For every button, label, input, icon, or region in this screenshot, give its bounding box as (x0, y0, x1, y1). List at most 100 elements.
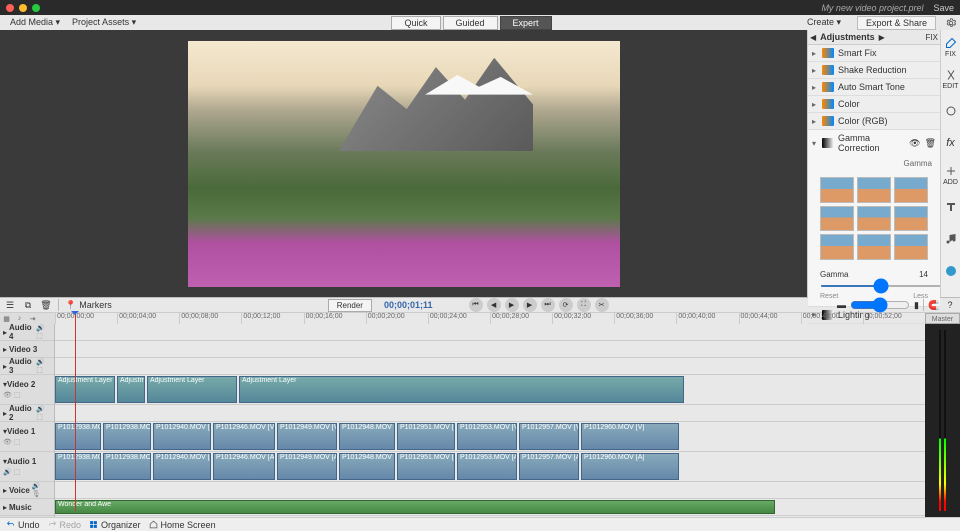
clip[interactable]: P1012957.MOV [A] (519, 453, 579, 480)
tool-music[interactable] (943, 226, 959, 252)
organizer-button[interactable]: Organizer (89, 520, 141, 530)
step-fwd-button[interactable]: ▶ (523, 298, 537, 312)
minimize-window-button[interactable] (19, 4, 27, 12)
gamma-slider[interactable] (820, 285, 949, 287)
track-header-video1[interactable]: ▾Video 1👁 ⬚ (0, 422, 54, 452)
track-header-music[interactable]: ▸Music (0, 499, 54, 516)
gamma-preset-7[interactable] (820, 234, 854, 260)
tool-edit[interactable]: EDIT (943, 66, 959, 92)
clip-music[interactable]: Wonder and Awe (55, 500, 775, 514)
clip-adj-3[interactable]: Adjustment Layer (147, 376, 237, 403)
adj-color[interactable]: ▸Color (808, 96, 940, 113)
clip[interactable]: P1012938.MOV [V] (55, 423, 101, 450)
chevron-left-icon[interactable]: ◀ (810, 33, 816, 42)
track-header-video3[interactable]: ▸Video 3 (0, 341, 54, 358)
step-back-button[interactable]: ◀ (487, 298, 501, 312)
undo-button[interactable]: Undo (6, 520, 40, 530)
tool-fx[interactable]: fx (943, 130, 959, 156)
tracks-area[interactable]: Adjustment Layer Adjustment Layer Adjust… (55, 324, 925, 517)
clip[interactable]: P1012938.MOV [A] (55, 453, 101, 480)
chevron-right-icon[interactable]: ▶ (879, 33, 885, 42)
clip[interactable]: P1012940.MOV [V] (153, 423, 211, 450)
clip[interactable]: P1012949.MOV [A] (277, 453, 337, 480)
clip[interactable]: P1012946.MOV [A] (213, 453, 275, 480)
gamma-preset-6[interactable] (894, 206, 928, 232)
save-button[interactable]: Save (933, 3, 954, 13)
track-header-audio2[interactable]: ▸Audio 2🔊 ⬚ (0, 405, 54, 422)
timeline-options-icon[interactable]: ☰ (4, 299, 16, 311)
gamma-preset-2[interactable] (857, 177, 891, 203)
gamma-preset-4[interactable] (820, 206, 854, 232)
track-header-video2[interactable]: ▾Video 2👁 ⬚ (0, 375, 54, 405)
tools-button[interactable]: ✂ (595, 298, 609, 312)
adj-auto-smart-tone[interactable]: ▸Auto Smart Tone (808, 79, 940, 96)
play-button[interactable]: ▶ (505, 298, 519, 312)
clip[interactable]: P1012949.MOV [V] (277, 423, 337, 450)
clip[interactable]: P1012957.MOV [V] (519, 423, 579, 450)
tool-share[interactable] (943, 258, 959, 284)
tool-add[interactable]: ADD (943, 162, 959, 188)
gamma-reset[interactable]: Reset (820, 293, 838, 300)
help-icon[interactable]: ? (944, 299, 956, 311)
timecode[interactable]: 00;00;01;11 (384, 300, 433, 310)
project-assets-menu[interactable]: Project Assets ▾ (66, 17, 142, 28)
copy-icon[interactable]: ⧉ (22, 299, 34, 311)
eye-icon[interactable]: 👁 (909, 138, 920, 149)
tab-guided[interactable]: Guided (443, 16, 498, 30)
fullscreen-button[interactable]: ⛶ (577, 298, 591, 312)
goto-start-button[interactable]: ⏮ (469, 298, 483, 312)
tool-fx-lens[interactable] (943, 98, 959, 124)
redo-button[interactable]: Redo (48, 520, 82, 530)
markers-label[interactable]: 📍 Markers (65, 300, 112, 311)
gamma-preset-9[interactable] (894, 234, 928, 260)
clip[interactable]: P1012951.MOV [A] (397, 453, 455, 480)
track-music[interactable]: Wonder and Awe (55, 499, 925, 516)
clip-adj-1[interactable]: Adjustment Layer (55, 376, 115, 403)
maximize-window-button[interactable] (32, 4, 40, 12)
home-screen-button[interactable]: Home Screen (149, 520, 216, 530)
track-voice[interactable] (55, 482, 925, 499)
add-media-menu[interactable]: Add Media ▾ (4, 17, 66, 28)
clip[interactable]: P1012960.MOV [A] (581, 453, 679, 480)
clip[interactable]: P1012953.MOV [V] (457, 423, 517, 450)
track-audio3[interactable] (55, 358, 925, 375)
clip[interactable]: P1012951.MOV [V] (397, 423, 455, 450)
clip[interactable]: P1012938.MOV [A] (103, 453, 151, 480)
tab-expert[interactable]: Expert (500, 16, 552, 30)
clip[interactable]: P1012960.MOV [V] (581, 423, 679, 450)
adj-smart-fix[interactable]: ▸Smart Fix (808, 45, 940, 62)
clip[interactable]: P1012938.MOV [V] (103, 423, 151, 450)
zoom-out-icon[interactable]: ▬ (837, 300, 846, 310)
clip[interactable]: P1012948.MOV [V] (339, 423, 395, 450)
tool-fix[interactable]: FIX (943, 34, 959, 60)
adj-color-rgb[interactable]: ▸Color (RGB) (808, 113, 940, 130)
settings-icon[interactable] (946, 18, 956, 28)
close-window-button[interactable] (6, 4, 14, 12)
track-header-audio4[interactable]: ▸Audio 4🔊 ⬚ (0, 324, 54, 341)
gamma-preset-1[interactable] (820, 177, 854, 203)
create-menu[interactable]: Create ▾ (801, 17, 847, 28)
delete-icon[interactable]: 🗑 (40, 299, 52, 311)
track-video2[interactable]: Adjustment Layer Adjustment Layer Adjust… (55, 375, 925, 405)
track-header-audio1[interactable]: ▾Audio 1🔊 ⬚ (0, 452, 54, 482)
loop-button[interactable]: ⟳ (559, 298, 573, 312)
track-audio1[interactable]: P1012938.MOV [A]P1012938.MOV [A]P1012940… (55, 452, 925, 482)
clip[interactable]: P1012940.MOV [A] (153, 453, 211, 480)
gamma-preset-3[interactable] (894, 177, 928, 203)
track-audio)4[interactable] (55, 324, 925, 341)
track-header-audio3[interactable]: ▸Audio 3🔊 ⬚ (0, 358, 54, 375)
clip-adj-2[interactable]: Adjustment Layer (117, 376, 145, 403)
goto-end-button[interactable]: ⏭ (541, 298, 555, 312)
track-video3[interactable] (55, 341, 925, 358)
gamma-preset-8[interactable] (857, 234, 891, 260)
clip[interactable]: P1012953.MOV [A] (457, 453, 517, 480)
adj-shake-reduction[interactable]: ▸Shake Reduction (808, 62, 940, 79)
export-share-button[interactable]: Export & Share (857, 16, 936, 30)
track-audio2[interactable] (55, 405, 925, 422)
clip[interactable]: P1012946.MOV [V] (213, 423, 275, 450)
clip-adj-4[interactable]: Adjustment Layer (239, 376, 684, 403)
zoom-in-icon[interactable]: ▮ (914, 300, 919, 311)
playhead[interactable] (75, 311, 76, 511)
gamma-header[interactable]: ▾ Gamma Correction 👁 🗑 (812, 133, 936, 153)
trash-icon[interactable]: 🗑 (925, 138, 936, 149)
